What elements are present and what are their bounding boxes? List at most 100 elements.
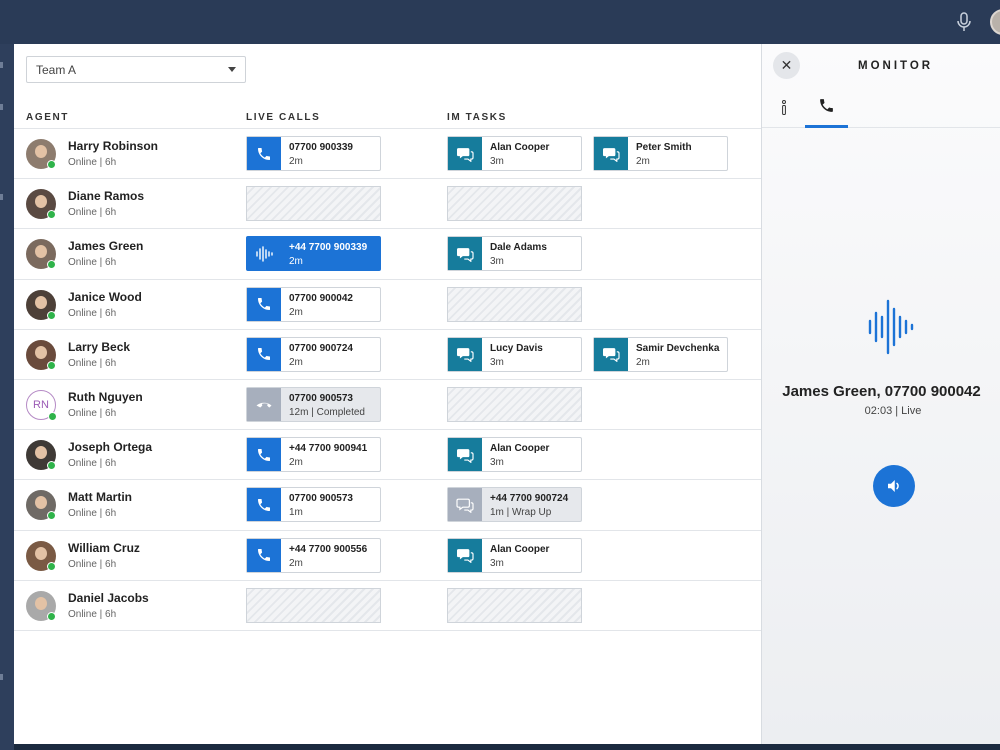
agent-row: Harry Robinson Online | 6h 07700 900339 2m A…: [14, 129, 761, 180]
call-duration: 12m | Completed: [289, 406, 365, 418]
task-duration: 3m: [490, 256, 504, 268]
left-nav-strip: [0, 44, 14, 750]
task-name: Alan Cooper: [490, 543, 550, 555]
phone-icon: [247, 137, 281, 170]
agents-panel: Team A AGENT LIVE CALLS IM TASKS Harry R…: [14, 44, 761, 744]
user-avatar[interactable]: [990, 9, 1000, 35]
live-call-card[interactable]: +44 7700 900339 2m: [246, 236, 381, 272]
info-icon[interactable]: [774, 98, 794, 118]
chat-icon: [594, 137, 628, 170]
monitor-panel: ✕ MONITOR James Green, 07700 900042 02:0…: [761, 44, 1000, 750]
avatar-face: [35, 496, 47, 510]
phone-icon: [247, 538, 281, 572]
im-task-card[interactable]: Peter Smith 2m: [593, 136, 728, 171]
agent-status: Online | 6h: [68, 357, 117, 369]
monitor-call-status: 02:03 | Live: [864, 405, 922, 417]
agent-name: James Green: [68, 239, 144, 254]
im-task-card[interactable]: Alan Cooper 3m: [447, 136, 582, 171]
agent-row: RN Ruth Nguyen Online | 6h 07700 900573 12m …: [14, 380, 761, 431]
online-status-dot: [47, 561, 56, 571]
avatar-face: [35, 596, 47, 610]
audio-wave-icon: [247, 237, 281, 271]
agent-status: Online | 6h: [68, 458, 117, 470]
call-number: 07700 900573: [289, 392, 353, 404]
call-number: 07700 900573: [289, 493, 353, 505]
agent-status: Online | 6h: [68, 508, 117, 520]
monitor-tabs: [762, 90, 1000, 128]
online-status-dot: [47, 461, 56, 471]
microphone-icon[interactable]: [955, 12, 973, 32]
call-duration: 2m: [289, 156, 303, 167]
speaker-button[interactable]: [873, 465, 915, 507]
im-task-card[interactable]: Dale Adams 3m: [447, 236, 582, 272]
agent-status: Online | 6h: [68, 257, 117, 269]
task-duration: 2m: [636, 156, 650, 167]
im-task-card[interactable]: Samir Devchenka 2m: [593, 336, 728, 372]
avatar: [26, 139, 56, 169]
agent-status: Online | 6h: [68, 157, 117, 168]
online-status-dot: [48, 411, 57, 421]
task-name: Peter Smith: [636, 142, 692, 153]
empty-call-slot: [246, 186, 381, 222]
task-duration: 3m: [490, 156, 504, 167]
live-call-card[interactable]: +44 7700 900556 2m: [246, 537, 381, 573]
agent-name: Janice Wood: [68, 289, 142, 304]
agent-row: Larry Beck Online | 6h 07700 900724 2m Lucy …: [14, 330, 761, 380]
agent-status: Online | 6h: [68, 558, 117, 570]
call-number: +44 7700 900556: [289, 543, 368, 555]
task-name: Dale Adams: [490, 242, 547, 254]
agent-row: Joseph Ortega Online | 6h +44 7700 900941 2…: [14, 430, 761, 481]
call-number: 07700 900042: [289, 292, 353, 304]
avatar: RN: [26, 389, 57, 421]
live-call-card[interactable]: 07700 900339 2m: [246, 136, 381, 171]
agent-status: Online | 6h: [68, 307, 117, 319]
team-select-value: Team A: [36, 63, 77, 77]
team-select[interactable]: Team A: [26, 56, 246, 83]
call-duration: 2m: [289, 306, 303, 318]
call-duration: 2m: [289, 557, 303, 569]
im-task-card[interactable]: Lucy Davis 3m: [447, 336, 582, 372]
live-call-card[interactable]: 07700 900042 2m: [246, 286, 381, 322]
chat-icon: [448, 337, 482, 371]
phone-icon: [247, 438, 281, 472]
chat-icon: [448, 438, 482, 472]
task-duration: 3m: [490, 457, 504, 469]
call-number: 07700 900339: [289, 142, 353, 153]
audio-wave-icon: [868, 299, 914, 355]
im-task-card[interactable]: Alan Cooper 3m: [447, 437, 582, 473]
top-bar: [0, 0, 1000, 44]
task-duration: 3m: [490, 557, 504, 569]
close-button[interactable]: ✕: [773, 52, 800, 79]
agent-row: Diane Ramos Online | 6h: [14, 179, 761, 230]
task-name: Alan Cooper: [490, 443, 550, 455]
task-duration: 2m: [636, 356, 650, 368]
live-call-card[interactable]: +44 7700 900941 2m: [246, 437, 381, 473]
empty-im-slot: [447, 587, 582, 623]
call-duration: 2m: [289, 256, 303, 268]
agent-row: James Green Online | 6h +44 7700 900339 2m D…: [14, 229, 761, 280]
avatar: [26, 339, 56, 370]
phone-icon: [247, 488, 281, 522]
chat-outline-icon: [448, 488, 482, 522]
agent-row: Matt Martin Online | 6h 07700 900573 1m +44 …: [14, 480, 761, 531]
im-task-card[interactable]: +44 7700 900724 1m | Wrap Up: [447, 487, 582, 523]
live-call-card[interactable]: 07700 900573 12m | Completed: [246, 386, 381, 422]
hang-up-icon: [247, 387, 281, 421]
avatar: [26, 239, 56, 270]
agent-name: Larry Beck: [68, 339, 131, 354]
chat-icon: [448, 137, 482, 170]
avatar-initials: RN: [33, 398, 49, 411]
task-name: Alan Cooper: [490, 142, 550, 153]
online-status-dot: [47, 260, 56, 270]
avatar-face: [35, 345, 47, 359]
agent-status: Online | 6h: [68, 608, 117, 620]
live-call-card[interactable]: 07700 900724 2m: [246, 336, 381, 372]
chat-icon: [594, 337, 628, 371]
avatar: [26, 590, 56, 621]
live-call-card[interactable]: 07700 900573 1m: [246, 487, 381, 523]
im-task-card[interactable]: Alan Cooper 3m: [447, 537, 582, 573]
agent-status: Online | 6h: [68, 207, 117, 219]
tab-live-call[interactable]: [805, 90, 848, 128]
speaker-icon: [888, 480, 899, 492]
agent-row: Daniel Jacobs Online | 6h: [14, 581, 761, 631]
